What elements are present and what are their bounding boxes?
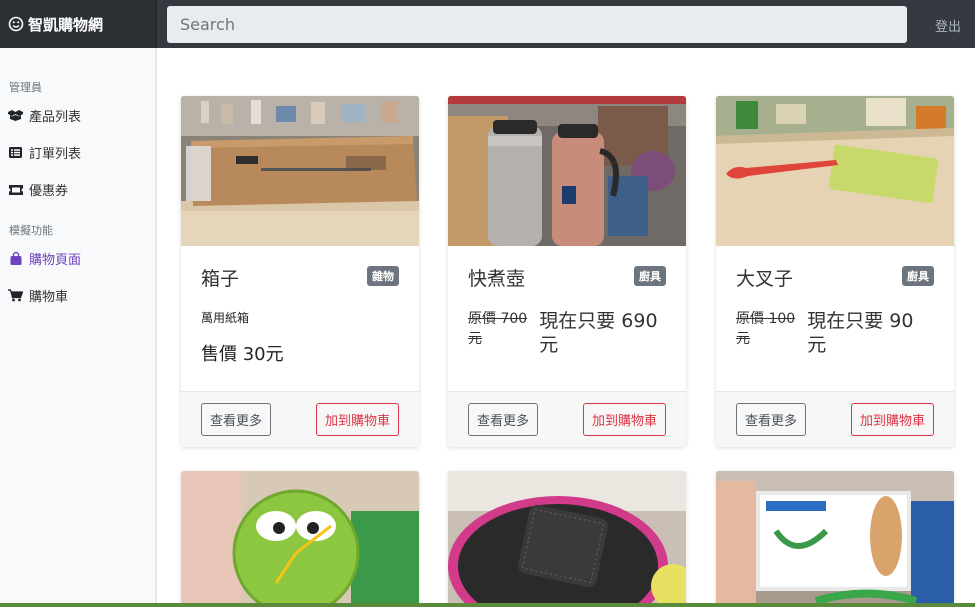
cart-icon (8, 289, 23, 302)
product-image[interactable] (448, 96, 686, 246)
product-image[interactable] (448, 471, 686, 607)
category-badge: 廚具 (634, 266, 666, 286)
product-card (181, 471, 419, 607)
product-title: 快煮壺 (468, 268, 526, 290)
sidebar-heading-admin: 管理員 (9, 81, 42, 94)
boxes-icon (8, 109, 23, 122)
sidebar-item-shop[interactable]: 購物頁面 (0, 240, 156, 277)
product-image[interactable] (716, 96, 954, 246)
sidebar-item-label: 訂單列表 (29, 147, 82, 162)
brand-name: 智凱購物網 (28, 15, 104, 34)
sidebar-heading-simulation: 模擬功能 (9, 224, 53, 237)
category-badge: 雜物 (367, 266, 399, 286)
product-image[interactable] (181, 96, 419, 246)
sidebar-item-orders[interactable]: 訂單列表 (0, 134, 156, 171)
top-navbar: 智凱購物網 登出 (0, 0, 975, 48)
original-price: 原價 100 元 (736, 311, 796, 347)
product-description: 萬用紙箱 (201, 311, 250, 325)
shopping-bag-icon (8, 252, 23, 265)
category-badge: 廚具 (902, 266, 934, 286)
bottom-edge-strip (0, 603, 975, 607)
smile-icon (8, 16, 24, 32)
add-to-cart-button[interactable]: 加到購物車 (582, 403, 666, 436)
sidebar-item-cart[interactable]: 購物車 (0, 277, 156, 314)
view-more-button[interactable]: 查看更多 (201, 403, 272, 436)
sidebar-item-label: 購物頁面 (29, 253, 82, 268)
view-more-button[interactable]: 查看更多 (736, 403, 807, 436)
brand[interactable]: 智凱購物網 (0, 0, 157, 48)
sidebar-item-label: 優惠券 (29, 184, 69, 199)
sidebar-item-label: 產品列表 (29, 110, 82, 125)
logout-link[interactable]: 登出 (935, 16, 961, 35)
product-card (716, 471, 954, 607)
add-to-cart-button[interactable]: 加到購物車 (850, 403, 934, 436)
current-price: 現在只要 90 元 (807, 310, 914, 356)
add-to-cart-button[interactable]: 加到購物車 (315, 403, 399, 436)
product-card: 快煮壺 廚具 原價 700 元 現在只要 690 元 查看更多 加到購物車 (448, 96, 686, 447)
sidebar: 管理員 產品列表 訂單列表 優惠券 模擬功能 購物頁面 購物車 (0, 48, 157, 607)
product-price: 售價 30元 (201, 344, 284, 365)
product-image[interactable] (181, 471, 419, 607)
product-title: 大叉子 (736, 268, 794, 290)
product-title: 箱子 (201, 268, 240, 290)
ticket-icon (8, 183, 23, 196)
list-icon (8, 146, 23, 159)
product-card: 箱子 雜物 萬用紙箱 售價 30元 查看更多 加到購物車 (181, 96, 419, 447)
product-card: 大叉子 廚具 原價 100 元 現在只要 90 元 查看更多 加到購物車 (716, 96, 954, 447)
product-image[interactable] (716, 471, 954, 607)
sidebar-item-products[interactable]: 產品列表 (0, 97, 156, 134)
original-price: 原價 700 元 (468, 311, 528, 347)
product-card (448, 471, 686, 607)
sidebar-item-label: 購物車 (29, 290, 69, 305)
view-more-button[interactable]: 查看更多 (468, 403, 539, 436)
current-price: 現在只要 690 元 (539, 310, 658, 356)
search-input[interactable] (167, 6, 907, 43)
product-grid: 箱子 雜物 萬用紙箱 售價 30元 查看更多 加到購物車 快煮壺 廚具 原價 7… (157, 48, 975, 607)
sidebar-item-coupons[interactable]: 優惠券 (0, 171, 156, 208)
